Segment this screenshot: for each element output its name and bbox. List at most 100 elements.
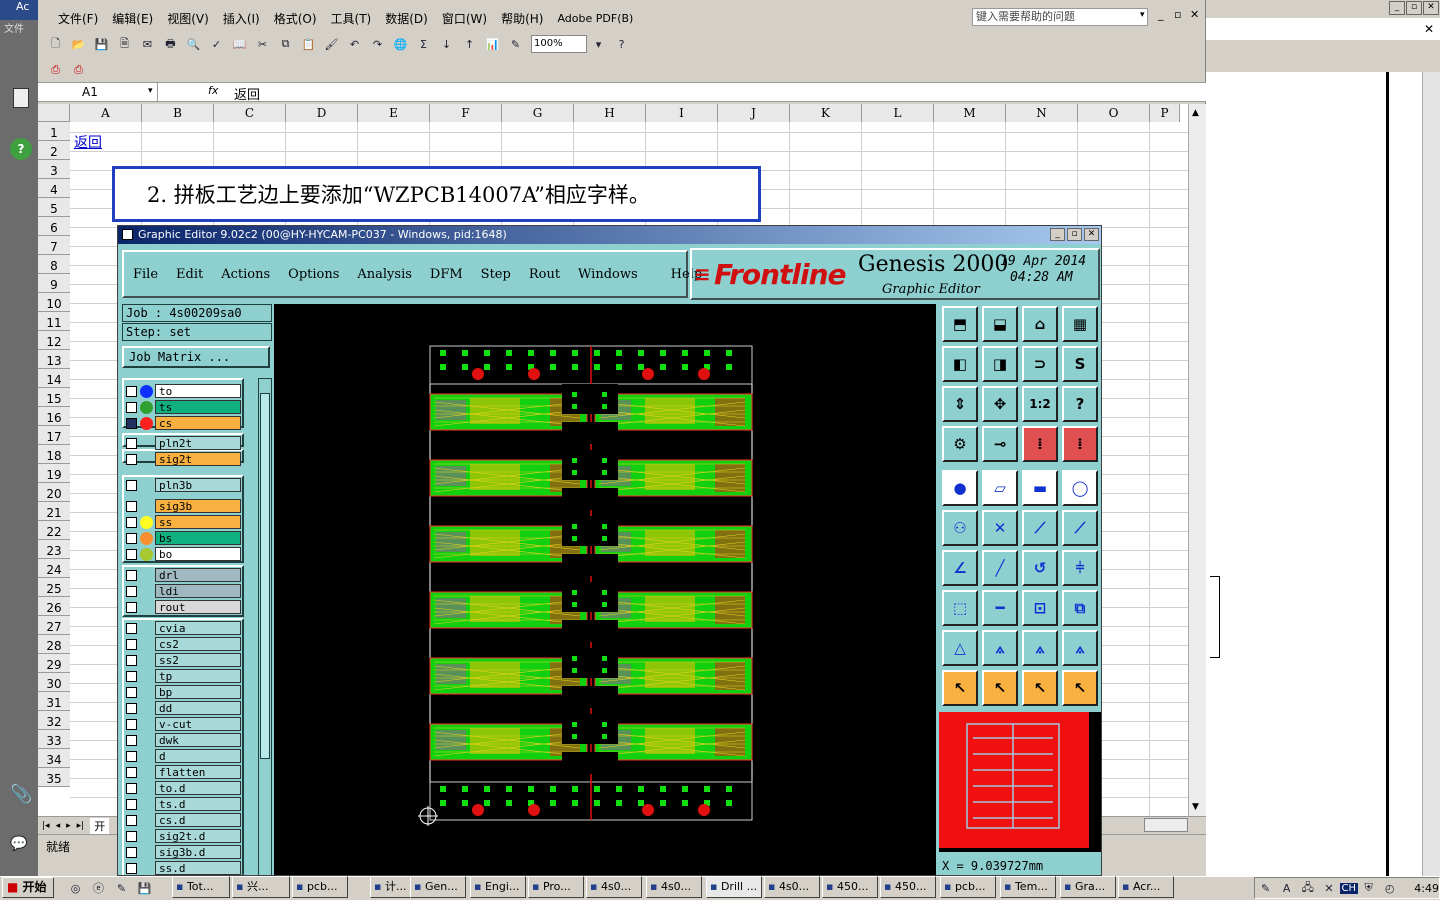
row-header[interactable]: 26 <box>38 597 70 616</box>
select-all-corner[interactable] <box>38 104 70 122</box>
genesis-minimize-button[interactable]: _ <box>1050 228 1065 241</box>
ge-menu-analysis[interactable]: Analysis <box>357 267 412 282</box>
column-header[interactable]: D <box>286 104 358 122</box>
right-scrollbar[interactable] <box>1422 72 1440 876</box>
row-header[interactable]: 14 <box>38 369 70 388</box>
column-header[interactable]: N <box>1006 104 1078 122</box>
taskbar-item[interactable]: ▪ Pro... <box>528 876 584 898</box>
open-icon[interactable]: 📂 <box>68 34 89 55</box>
view-bottom-icon[interactable]: ⬓ <box>982 306 1018 342</box>
zoom-box[interactable]: 100% <box>531 35 587 53</box>
row-header[interactable]: 19 <box>38 464 70 483</box>
column-header[interactable]: G <box>502 104 574 122</box>
layer-row[interactable]: ss.d <box>126 861 241 875</box>
row-header[interactable]: 13 <box>38 350 70 369</box>
layer-checkbox[interactable] <box>126 548 137 560</box>
row-header[interactable]: 32 <box>38 711 70 730</box>
column-header[interactable]: A <box>70 104 142 122</box>
select-time-icon[interactable]: ↖ <box>1022 670 1058 706</box>
layer-row[interactable]: cvia <box>126 621 241 635</box>
taskbar-item[interactable]: ▪ 450... <box>822 876 878 898</box>
menu-tools[interactable]: 工具(T) <box>331 10 372 27</box>
row-header[interactable]: 27 <box>38 616 70 635</box>
layer-row[interactable]: to.d <box>126 781 241 795</box>
fit-vertical-icon[interactable]: ⇕ <box>942 386 978 422</box>
chart-wizard-icon[interactable]: 📊 <box>482 34 503 55</box>
select-pointer-icon[interactable]: ↖ <box>942 670 978 706</box>
taskbar-item[interactable]: ▪ 兴... <box>232 876 290 898</box>
layer-checkbox[interactable] <box>126 569 137 581</box>
view-top-icon[interactable]: ⬒ <box>942 306 978 342</box>
layer-scrollbar[interactable] <box>258 378 272 875</box>
tray-pen-icon[interactable]: ✎ <box>1256 878 1275 899</box>
menu-adobe-pdf[interactable]: Adobe PDF(B) <box>557 12 633 25</box>
column-header[interactable]: K <box>790 104 862 122</box>
row-header[interactable]: 3 <box>38 160 70 179</box>
undo-icon[interactable]: ↶ <box>344 34 365 55</box>
restore-button[interactable]: ▫ <box>1406 1 1422 15</box>
tray-language[interactable]: CH <box>1339 882 1359 894</box>
column-header[interactable]: L <box>862 104 934 122</box>
row-header[interactable]: 2 <box>38 141 70 160</box>
new-icon[interactable]: 🗋 <box>45 34 66 55</box>
row-header[interactable]: 28 <box>38 635 70 654</box>
triangle-a-icon[interactable]: ⟑ <box>982 630 1018 666</box>
taskbar-item[interactable]: ▪ Gen... <box>410 876 466 898</box>
ge-menu-actions[interactable]: Actions <box>221 267 270 282</box>
layer-row[interactable]: drl <box>126 568 241 582</box>
taskbar-item[interactable]: ▪ 4s0... <box>586 876 642 898</box>
help-dropdown-icon[interactable]: ▾ <box>1140 10 1145 20</box>
layer-checkbox[interactable] <box>126 437 137 449</box>
taskbar-item[interactable]: ▪ Acr... <box>1118 876 1174 898</box>
home-icon[interactable]: ⌂ <box>1022 306 1058 342</box>
layer-checkbox[interactable] <box>126 479 137 491</box>
column-header[interactable]: H <box>574 104 646 122</box>
triangle-icon[interactable]: △ <box>942 630 978 666</box>
layer-row[interactable]: cs <box>126 416 241 430</box>
taskbar-item[interactable]: ▪ Tem... <box>1000 876 1056 898</box>
genesis-maximize-button[interactable]: ▫ <box>1067 228 1082 241</box>
taskbar-item[interactable]: ▪ Gra... <box>1060 876 1116 898</box>
layer-checkbox[interactable] <box>126 798 137 810</box>
overview-map[interactable] <box>939 712 1101 852</box>
save-icon[interactable]: 💾 <box>91 34 112 55</box>
layer-row[interactable]: sig3b <box>126 499 241 513</box>
last-sheet-icon[interactable]: ▸| <box>77 821 85 831</box>
settings-icon[interactable]: ⚙ <box>942 426 978 462</box>
layer-checkbox[interactable] <box>126 417 137 429</box>
layer-row[interactable]: rout <box>126 600 241 614</box>
vertical-scrollbar[interactable] <box>1188 104 1206 816</box>
ge-menu-rout[interactable]: Rout <box>529 267 560 282</box>
measure-key-icon[interactable]: ⊸ <box>982 426 1018 462</box>
layer-checkbox[interactable] <box>126 453 137 465</box>
tray-clock-icon[interactable]: ◴ <box>1380 878 1399 899</box>
row-header[interactable]: 1 <box>38 122 70 141</box>
row-header[interactable]: 24 <box>38 559 70 578</box>
row-header[interactable]: 7 <box>38 236 70 255</box>
row-header[interactable]: 8 <box>38 255 70 274</box>
column-header[interactable]: O <box>1078 104 1150 122</box>
layer-checkbox[interactable] <box>126 670 137 682</box>
row-header[interactable]: 31 <box>38 692 70 711</box>
snake-icon[interactable]: S <box>1062 346 1098 382</box>
doc-minimize-button[interactable]: _ <box>1158 8 1164 21</box>
menu-format[interactable]: 格式(O) <box>274 10 317 27</box>
circle-icon[interactable]: ◯ <box>1062 470 1098 506</box>
select-path-icon[interactable]: ↖ <box>1062 670 1098 706</box>
mirror-icon[interactable]: ⊃ <box>1022 346 1058 382</box>
layer-compare-icon[interactable]: ⁞ <box>1062 426 1098 462</box>
split-icon[interactable]: ⫩ <box>1062 550 1098 586</box>
hyperlink-icon[interactable]: 🌐 <box>390 34 411 55</box>
select-box-icon[interactable]: ↖ <box>982 670 1018 706</box>
redo-icon[interactable]: ↷ <box>367 34 388 55</box>
column-header[interactable]: B <box>142 104 214 122</box>
taskbar-item[interactable]: ▪ Engi... <box>470 876 526 898</box>
quicklaunch-ie-icon[interactable]: ⓔ <box>88 878 109 899</box>
row-header[interactable]: 22 <box>38 521 70 540</box>
row-header[interactable]: 15 <box>38 388 70 407</box>
row-header[interactable]: 11 <box>38 312 70 331</box>
drawing-icon[interactable]: ✎ <box>505 34 526 55</box>
move-icon[interactable]: ⊡ <box>1022 590 1058 626</box>
zoom-dropdown-icon[interactable]: ▾ <box>588 34 609 55</box>
row-header[interactable]: 25 <box>38 578 70 597</box>
